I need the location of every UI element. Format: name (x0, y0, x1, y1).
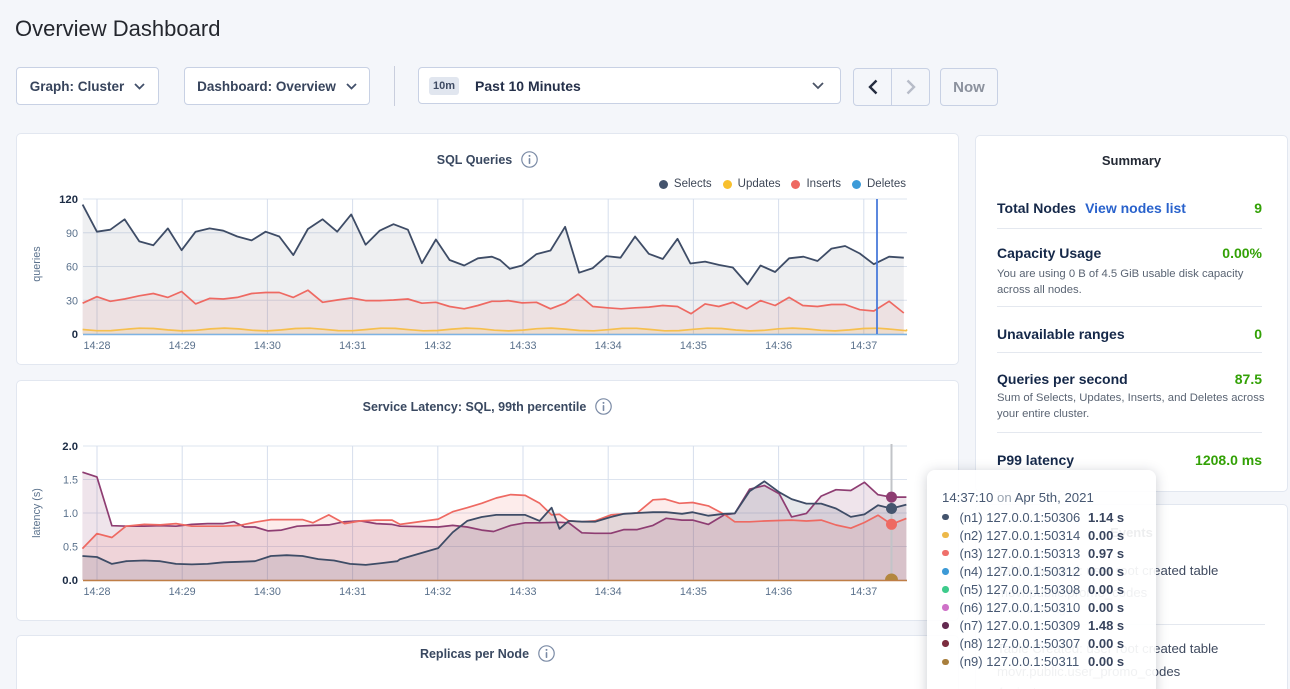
svg-text:90: 90 (66, 228, 78, 240)
svg-text:latency (s): latency (s) (31, 488, 43, 538)
svg-text:14:36: 14:36 (765, 340, 792, 352)
svg-text:14:35: 14:35 (680, 340, 707, 352)
svg-text:14:36: 14:36 (765, 586, 792, 598)
svg-text:14:33: 14:33 (509, 586, 536, 598)
svg-text:14:32: 14:32 (424, 340, 451, 352)
svg-text:14:34: 14:34 (595, 340, 622, 352)
svg-text:14:31: 14:31 (339, 340, 366, 352)
svg-text:14:37: 14:37 (850, 586, 877, 598)
svg-text:1.0: 1.0 (63, 508, 78, 520)
svg-text:60: 60 (66, 262, 78, 274)
svg-text:30: 30 (66, 295, 78, 307)
svg-text:0.0: 0.0 (62, 575, 78, 587)
svg-text:queries: queries (31, 246, 43, 282)
svg-text:14:35: 14:35 (680, 586, 707, 598)
svg-text:14:28: 14:28 (83, 340, 110, 352)
svg-text:0.5: 0.5 (63, 542, 78, 554)
svg-text:14:33: 14:33 (509, 340, 536, 352)
svg-text:14:29: 14:29 (169, 586, 196, 598)
svg-text:14:30: 14:30 (254, 586, 281, 598)
svg-text:14:30: 14:30 (254, 340, 281, 352)
svg-text:14:37: 14:37 (850, 340, 877, 352)
svg-text:120: 120 (59, 194, 78, 206)
svg-text:0: 0 (72, 329, 78, 341)
svg-text:14:31: 14:31 (339, 586, 366, 598)
svg-text:14:32: 14:32 (424, 586, 451, 598)
svg-text:14:29: 14:29 (169, 340, 196, 352)
svg-text:2.0: 2.0 (62, 441, 78, 453)
svg-text:14:34: 14:34 (595, 586, 622, 598)
svg-text:14:28: 14:28 (83, 586, 110, 598)
svg-text:1.5: 1.5 (63, 475, 78, 487)
